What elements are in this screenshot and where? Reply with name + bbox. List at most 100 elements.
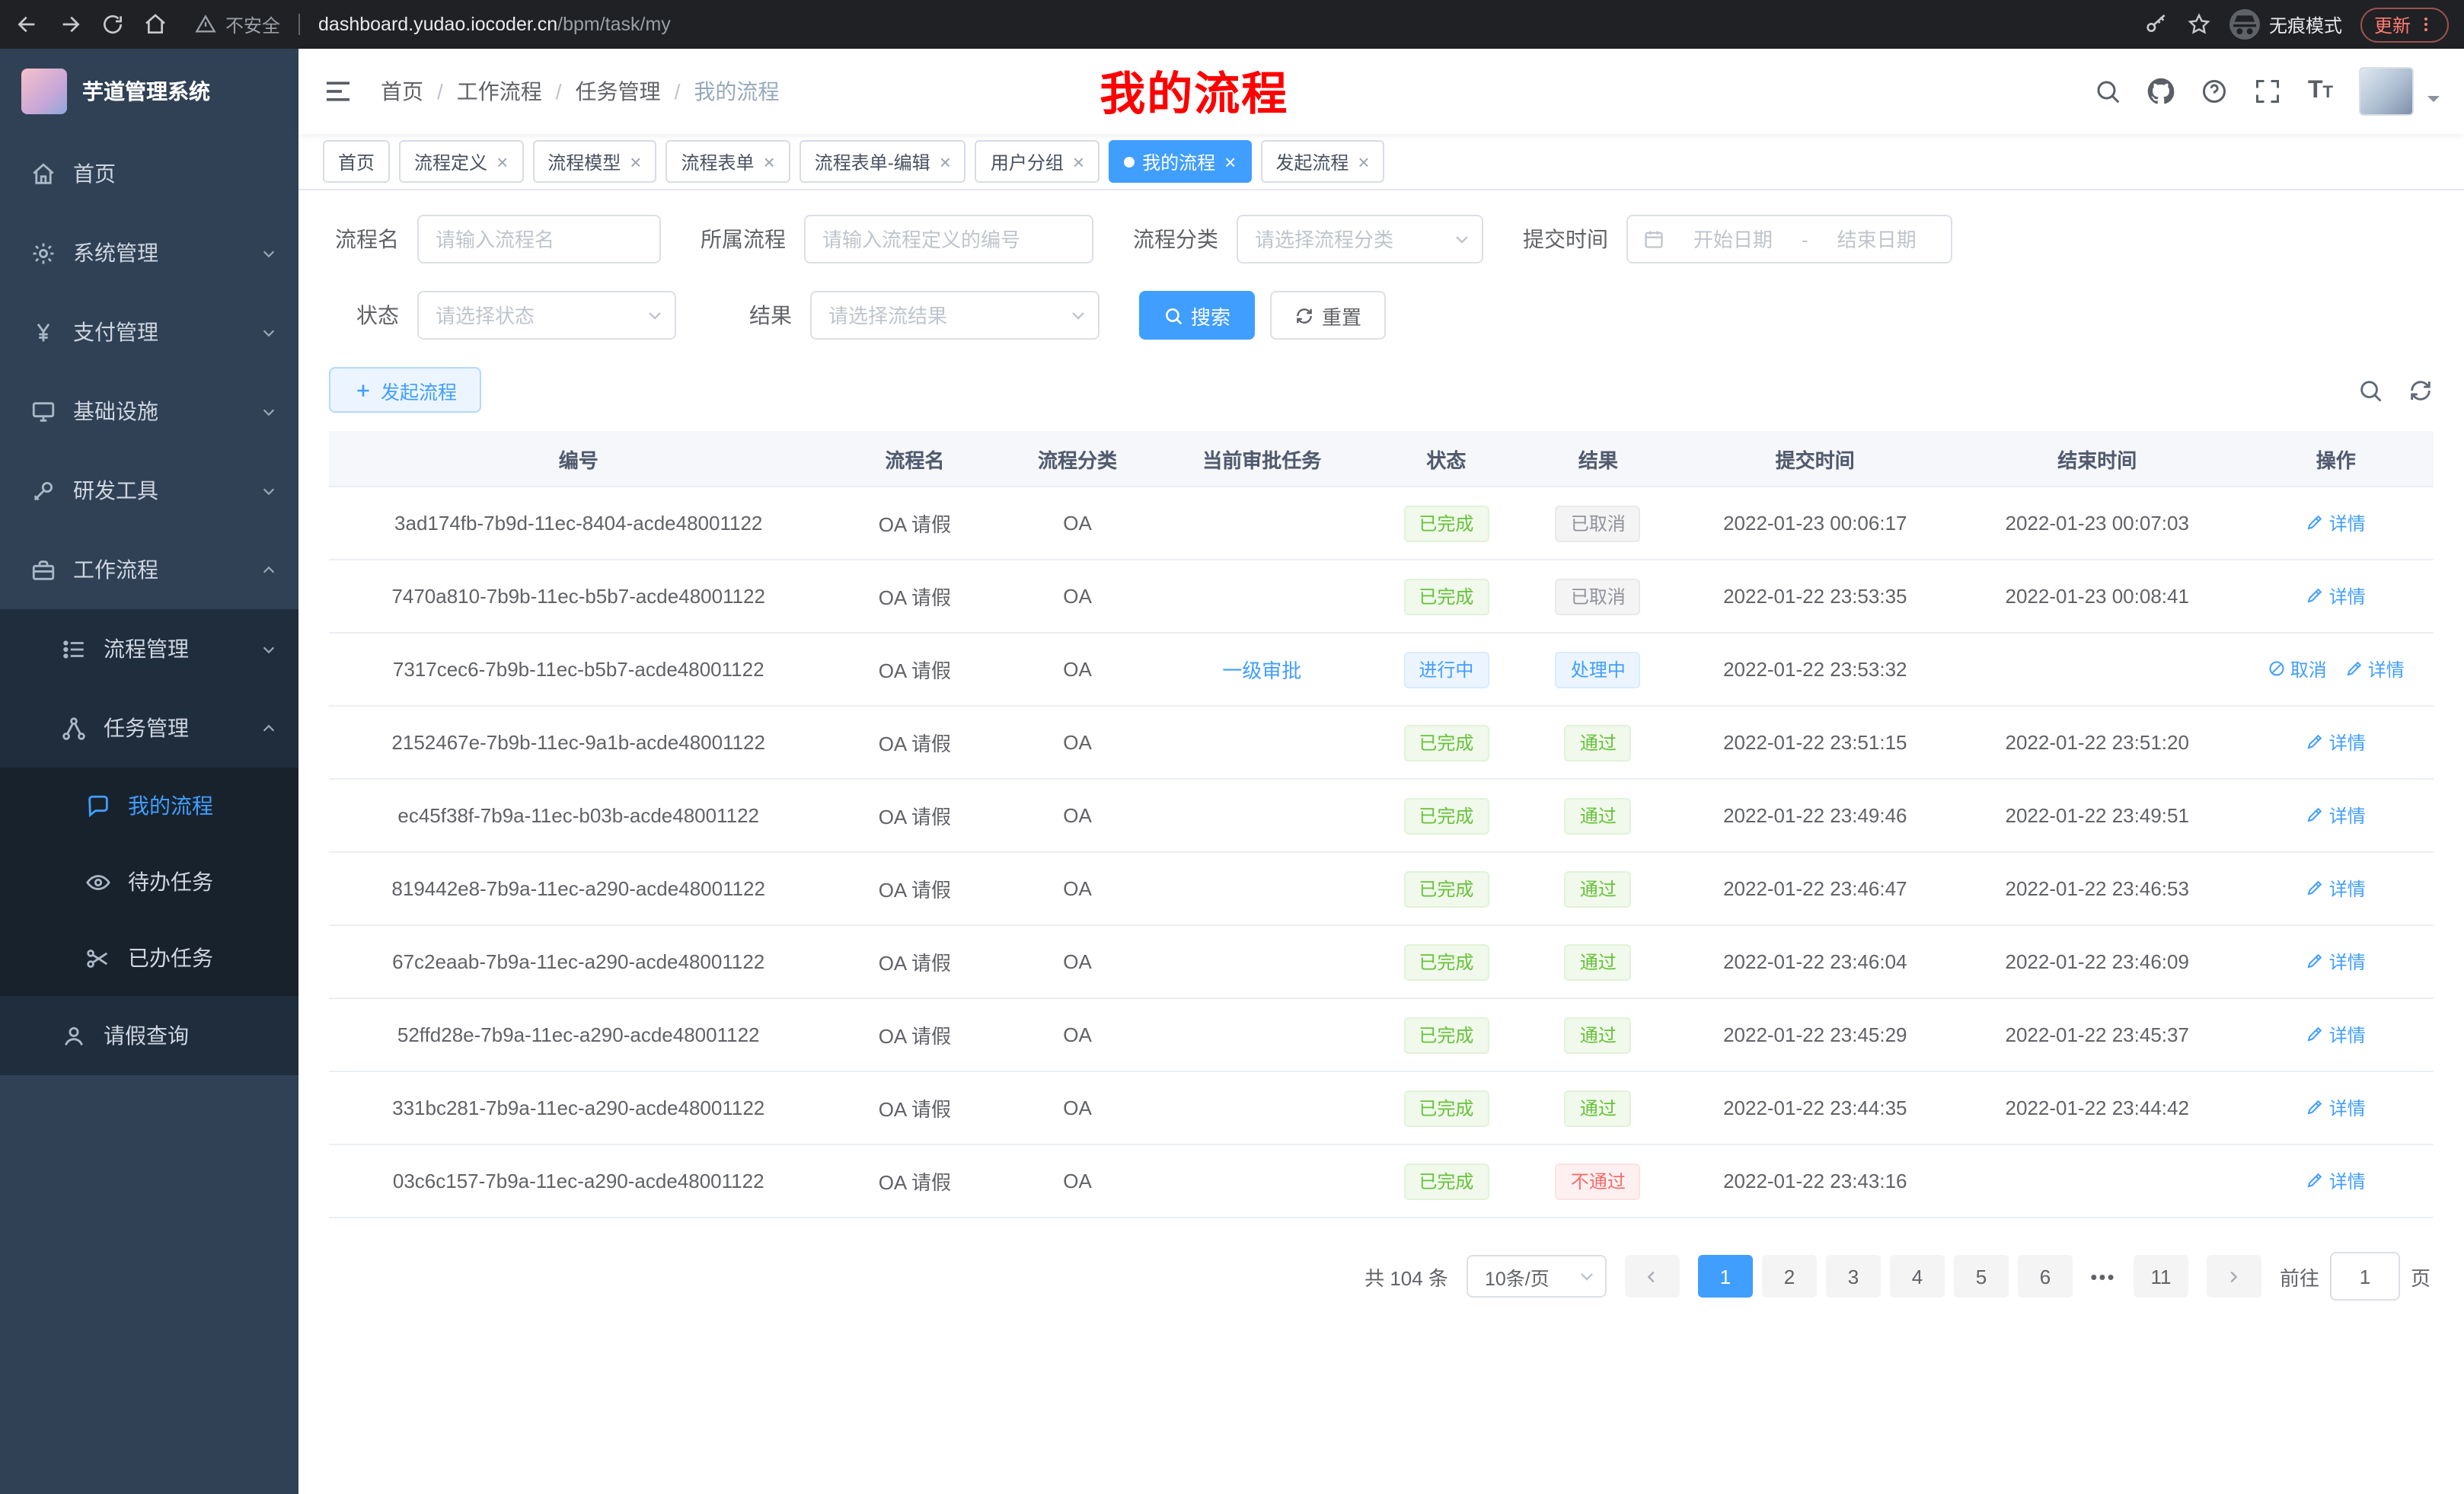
submit-time-range[interactable]: - — [1626, 215, 1953, 263]
table-search-icon[interactable] — [2357, 377, 2383, 403]
end-date-input[interactable] — [1818, 226, 1936, 252]
sidebar-item-leave-query[interactable]: 请假查询 — [0, 996, 298, 1075]
status-select[interactable] — [417, 291, 676, 340]
table-header-row: 编号流程名流程分类当前审批任务状态结果提交时间结束时间操作 — [329, 431, 2434, 487]
detail-action-link[interactable]: 详情 — [2306, 510, 2366, 536]
help-icon[interactable] — [2201, 78, 2229, 105]
sidebar-item-system[interactable]: 系统管理 — [0, 213, 298, 292]
reload-icon[interactable] — [101, 12, 125, 37]
font-size-icon[interactable]: TT — [2308, 79, 2333, 104]
cancel-action-link[interactable]: 取消 — [2268, 656, 2327, 682]
tab-用户分组[interactable]: 用户分组× — [975, 140, 1100, 183]
table-refresh-icon[interactable] — [2408, 377, 2434, 403]
detail-action-link[interactable]: 详情 — [2306, 803, 2366, 828]
tab-流程模型[interactable]: 流程模型× — [532, 140, 656, 183]
tab-发起流程[interactable]: 发起流程× — [1260, 140, 1384, 183]
tab-流程表单[interactable]: 流程表单× — [665, 140, 790, 183]
key-icon[interactable] — [2144, 12, 2169, 37]
prev-page-button[interactable] — [1625, 1255, 1680, 1298]
process-key-input[interactable] — [804, 215, 1093, 263]
back-icon[interactable] — [15, 12, 40, 37]
sidebar-item-infra[interactable]: 基础设施 — [0, 372, 298, 451]
fullscreen-icon[interactable] — [2255, 78, 2282, 105]
sidebar-item-devtools[interactable]: 研发工具 — [0, 451, 298, 530]
tab-close-icon[interactable]: × — [1358, 150, 1369, 173]
sidebar-item-workflow[interactable]: 工作流程 — [0, 530, 298, 609]
github-icon[interactable] — [2148, 78, 2175, 105]
avatar-caret-icon[interactable] — [2427, 96, 2440, 108]
table-row: 52ffd28e-7b9a-11ec-a290-acde48001122OA 请… — [329, 998, 2434, 1071]
avatar[interactable] — [2359, 67, 2414, 116]
page-button-4[interactable]: 4 — [1890, 1255, 1945, 1298]
search-icon[interactable] — [2095, 78, 2122, 105]
tab-close-icon[interactable]: × — [1224, 150, 1236, 173]
page-button-5[interactable]: 5 — [1954, 1255, 2009, 1298]
forward-icon[interactable] — [58, 12, 82, 37]
tab-close-icon[interactable]: × — [940, 150, 951, 173]
logo[interactable]: 芋道管理系统 — [0, 49, 298, 134]
home-icon[interactable] — [143, 12, 168, 37]
table-row: 2152467e-7b9b-11ec-9a1b-acde48001122OA 请… — [329, 706, 2434, 779]
page-size-select[interactable] — [1467, 1255, 1607, 1298]
browser-menu-icon[interactable] — [2417, 15, 2435, 34]
row-process-name: OA 请假 — [828, 779, 1001, 852]
sidebar-item-my-process[interactable]: 我的流程 — [0, 768, 298, 844]
pager-ellipsis-icon[interactable]: ••• — [2082, 1255, 2124, 1298]
status-select-input[interactable] — [417, 291, 676, 340]
sidebar-item-payment[interactable]: 支付管理 — [0, 292, 298, 372]
update-button[interactable]: 更新 — [2360, 7, 2449, 42]
detail-action-link[interactable]: 详情 — [2306, 583, 2366, 609]
tab-我的流程[interactable]: 我的流程× — [1109, 140, 1251, 183]
breadcrumb-item[interactable]: 工作流程 — [457, 76, 542, 107]
tab-close-icon[interactable]: × — [496, 150, 508, 173]
page-button-11[interactable]: 11 — [2134, 1255, 2188, 1298]
detail-action-link[interactable]: 详情 — [2306, 1022, 2366, 1048]
row-process-name: OA 请假 — [828, 560, 1001, 633]
bookmark-star-icon[interactable] — [2187, 12, 2211, 37]
page-size-value[interactable] — [1467, 1255, 1607, 1298]
breadcrumb-item[interactable]: 首页 — [381, 76, 423, 107]
action-label: 取消 — [2290, 656, 2327, 682]
page-button-1[interactable]: 1 — [1698, 1255, 1753, 1298]
category-select[interactable] — [1237, 215, 1483, 263]
breadcrumb-item[interactable]: 任务管理 — [576, 76, 661, 107]
hamburger-icon[interactable] — [323, 76, 353, 107]
detail-action-link[interactable]: 详情 — [2306, 1168, 2366, 1194]
next-page-button[interactable] — [2207, 1255, 2261, 1298]
goto-page-input[interactable] — [2330, 1252, 2400, 1301]
tab-流程表单-编辑[interactable]: 流程表单-编辑× — [800, 140, 966, 183]
start-date-input[interactable] — [1674, 226, 1792, 252]
detail-action-link[interactable]: 详情 — [2306, 949, 2366, 975]
current-task-link[interactable]: 一级审批 — [1222, 659, 1301, 682]
page-button-2[interactable]: 2 — [1762, 1255, 1817, 1298]
result-select[interactable] — [810, 291, 1100, 340]
tab-close-icon[interactable]: × — [764, 150, 775, 173]
sidebar-item-process-mgmt[interactable]: 流程管理 — [0, 609, 298, 688]
detail-action-link[interactable]: 详情 — [2306, 876, 2366, 902]
process-name-input[interactable] — [417, 215, 661, 263]
page-button-6[interactable]: 6 — [2018, 1255, 2073, 1298]
scissors-icon — [85, 945, 111, 971]
detail-action-link[interactable]: 详情 — [2345, 656, 2405, 682]
sidebar-item-done-tasks[interactable]: 已办任务 — [0, 920, 298, 996]
detail-action-link[interactable]: 详情 — [2306, 729, 2366, 755]
reset-button[interactable]: 重置 — [1270, 291, 1386, 340]
result-select-input[interactable] — [810, 291, 1100, 340]
tab-close-icon[interactable]: × — [630, 150, 641, 173]
search-button[interactable]: 搜索 — [1139, 291, 1255, 340]
sidebar-item-task-mgmt[interactable]: 任务管理 — [0, 688, 298, 768]
page-button-3[interactable]: 3 — [1826, 1255, 1881, 1298]
category-select-input[interactable] — [1237, 215, 1483, 263]
create-process-button[interactable]: 发起流程 — [329, 367, 481, 413]
tab-首页[interactable]: 首页 — [323, 140, 390, 183]
security-indicator[interactable]: 不安全 — [195, 11, 280, 37]
tab-流程定义[interactable]: 流程定义× — [399, 140, 523, 183]
sidebar-item-home[interactable]: 首页 — [0, 134, 298, 213]
sidebar-item-todo-tasks[interactable]: 待办任务 — [0, 844, 298, 920]
tab-close-icon[interactable]: × — [1073, 150, 1084, 173]
screen: 不安全 dashboard.yudao.iocoder.cn/bpm/task/… — [0, 0, 2464, 1494]
address-bar[interactable]: dashboard.yudao.iocoder.cn/bpm/task/my — [318, 14, 671, 35]
detail-action-link[interactable]: 详情 — [2306, 1095, 2366, 1121]
row-end-time — [1956, 1144, 2238, 1218]
result-badge: 已取消 — [1556, 578, 1641, 615]
